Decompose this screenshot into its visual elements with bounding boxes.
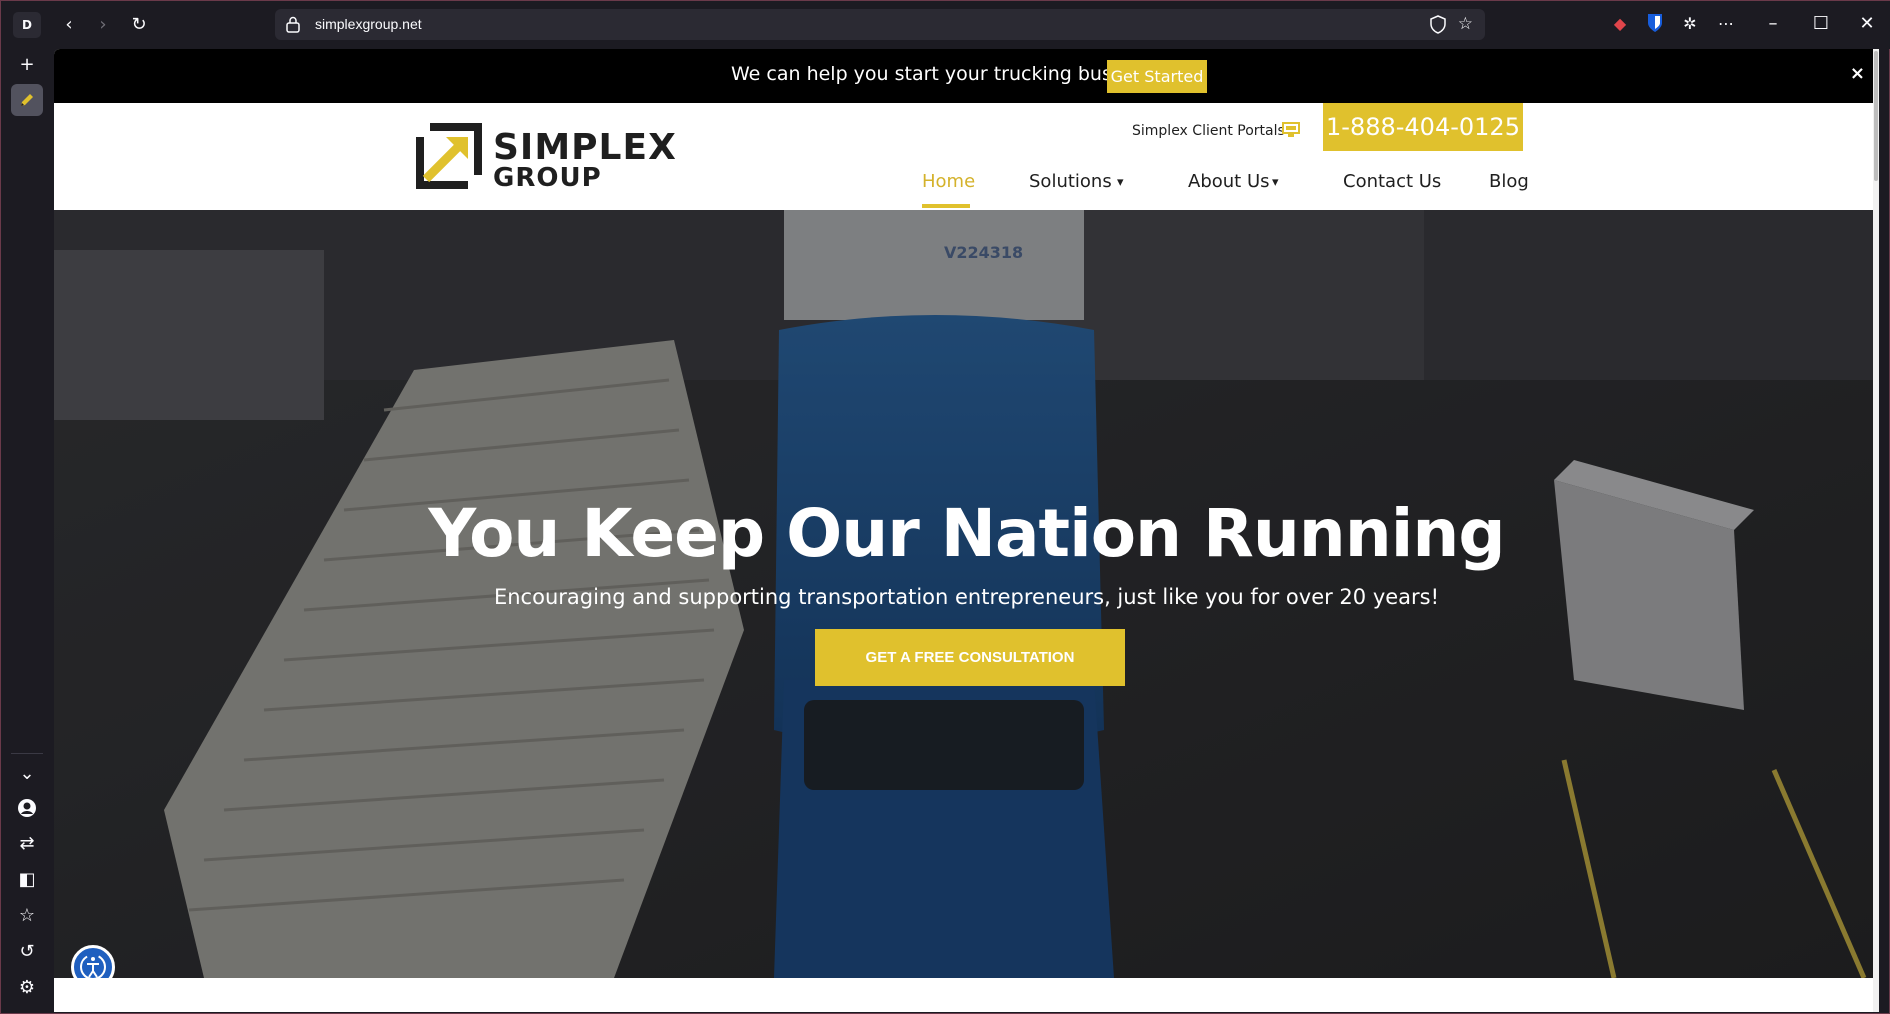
reload-icon[interactable]: ↻ <box>125 12 153 38</box>
scrollbar-thumb[interactable] <box>1874 51 1878 181</box>
close-icon[interactable]: ✕ <box>1847 11 1887 37</box>
sidebar-panel-icon[interactable]: ◧ <box>11 864 43 896</box>
settings-icon[interactable]: ⚙ <box>11 972 43 1004</box>
hero-title: You Keep Our Nation Running <box>428 495 1505 572</box>
history-icon[interactable]: ↺ <box>11 936 43 968</box>
accessibility-icon[interactable] <box>71 945 115 978</box>
minimize-icon[interactable]: – <box>1753 11 1793 37</box>
eraser-extension-icon[interactable]: ◆ <box>1609 13 1631 35</box>
address-bar[interactable]: simplexgroup.net ☆ <box>275 9 1485 40</box>
promo-banner: We can help you start your trucking busi… <box>54 49 1879 103</box>
forward-arrow-icon[interactable]: › <box>89 12 117 38</box>
hero-subtitle: Encouraging and supporting transportatio… <box>493 585 1440 609</box>
browser-sidebar: + ⌄ ⇄ ◧ ☆ ↺ ⚙ <box>1 49 53 1013</box>
back-arrow-icon[interactable]: ‹ <box>55 12 83 38</box>
logo-text-line1: SIMPLEX <box>493 127 677 168</box>
phone-number-button[interactable]: 1-888-404-0125 <box>1323 103 1523 151</box>
browser-window: D ‹ › ↻ simplexgroup.net ☆ ◆ ✲ ⋯ – ☐ ✕ + <box>0 0 1890 1014</box>
avatar-icon[interactable] <box>11 792 43 824</box>
site-logo[interactable]: SIMPLEX GROUP <box>416 123 676 193</box>
chevron-down-icon[interactable]: ▾ <box>1117 175 1124 190</box>
close-banner-icon[interactable]: × <box>1850 63 1865 84</box>
nav-contact-us[interactable]: Contact Us <box>1343 171 1441 192</box>
nav-active-indicator <box>922 204 970 208</box>
hero-section: V224318 You Keep Our Nation Running Enco… <box>54 210 1879 978</box>
get-started-button[interactable]: Get Started <box>1107 60 1207 93</box>
page-viewport: We can help you start your trucking busi… <box>54 49 1879 1012</box>
maximize-icon[interactable]: ☐ <box>1801 11 1841 37</box>
pen-icon[interactable] <box>11 84 43 116</box>
bitwarden-icon[interactable] <box>1644 13 1666 35</box>
site-header: SIMPLEX GROUP Simplex Client Portals 1-8… <box>54 103 1879 210</box>
url-text[interactable]: simplexgroup.net <box>315 16 422 32</box>
client-portals-link[interactable]: Simplex Client Portals <box>1132 123 1285 139</box>
puzzle-icon[interactable]: ✲ <box>1679 13 1701 35</box>
more-icon[interactable]: ⋯ <box>1715 13 1737 35</box>
truck-id-text: V224318 <box>944 243 1023 262</box>
free-consultation-button[interactable]: GET A FREE CONSULTATION <box>815 629 1125 686</box>
chevron-down-icon[interactable]: ⌄ <box>11 758 43 790</box>
page-content-strip <box>54 978 1879 1012</box>
star-icon[interactable]: ☆ <box>1458 14 1473 34</box>
nav-blog[interactable]: Blog <box>1489 171 1529 192</box>
nav-home[interactable]: Home <box>922 171 975 192</box>
logo-mark-icon <box>416 123 482 189</box>
page-scrollbar[interactable] <box>1873 49 1879 1012</box>
profile-button[interactable]: D <box>13 12 41 38</box>
nav-about-us[interactable]: About Us <box>1188 171 1270 192</box>
logo-text-line2: GROUP <box>493 163 602 193</box>
chevron-down-icon[interactable]: ▾ <box>1272 175 1279 190</box>
sync-icon[interactable]: ⇄ <box>11 828 43 860</box>
browser-toolbar: D ‹ › ↻ simplexgroup.net ☆ ◆ ✲ ⋯ – ☐ ✕ <box>1 1 1890 49</box>
plus-icon[interactable]: + <box>11 49 43 81</box>
shield-icon[interactable] <box>1429 15 1447 34</box>
monitor-icon[interactable] <box>1282 122 1300 138</box>
promo-message: We can help you start your trucking busi… <box>731 63 1169 85</box>
star-icon[interactable]: ☆ <box>11 900 43 932</box>
lock-icon[interactable] <box>285 16 301 33</box>
nav-solutions[interactable]: Solutions <box>1029 171 1112 192</box>
